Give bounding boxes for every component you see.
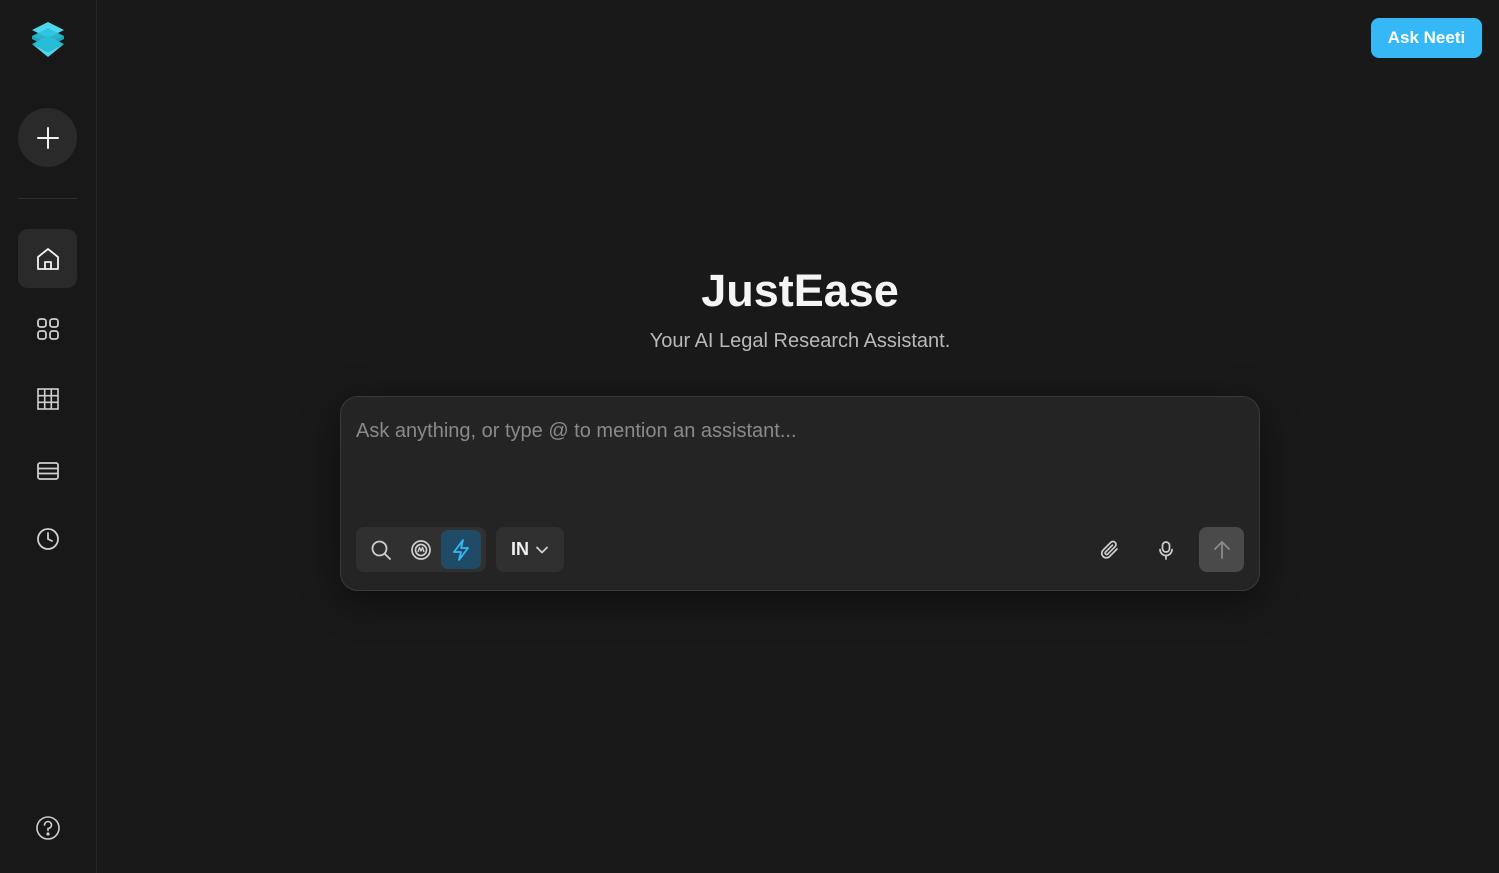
- sidebar-item-help[interactable]: [18, 798, 77, 857]
- sidebar-item-table[interactable]: [18, 441, 77, 500]
- region-select[interactable]: IN: [496, 527, 564, 572]
- paperclip-icon: [1099, 539, 1121, 561]
- sidebar: [0, 0, 97, 873]
- sidebar-item-grid[interactable]: [18, 369, 77, 428]
- grid-icon: [35, 386, 61, 412]
- search-icon: [370, 539, 392, 561]
- new-chat-button[interactable]: [18, 108, 77, 167]
- plus-icon: [36, 126, 60, 150]
- app-root: Ask Neeti JustEase Your AI Legal Researc…: [0, 0, 1499, 873]
- mode-deep-research-button[interactable]: [401, 530, 441, 569]
- apps-icon: [35, 316, 61, 342]
- chat-input[interactable]: [356, 411, 1236, 451]
- sidebar-divider: [18, 198, 77, 199]
- send-button[interactable]: [1199, 527, 1244, 572]
- mode-fast-button[interactable]: [441, 530, 481, 569]
- microphone-button[interactable]: [1144, 527, 1188, 572]
- page-title: JustEase: [701, 265, 899, 316]
- deep-research-icon: [410, 539, 432, 561]
- arrow-up-icon: [1211, 539, 1233, 561]
- microphone-icon: [1156, 539, 1176, 561]
- lightning-icon: [450, 538, 472, 562]
- table-icon: [35, 458, 61, 484]
- chat-composer: IN: [340, 396, 1260, 591]
- chevron-down-icon: [535, 543, 549, 557]
- history-icon: [35, 526, 61, 552]
- region-label: IN: [511, 539, 529, 559]
- ask-neeti-button[interactable]: Ask Neeti: [1371, 18, 1482, 58]
- mode-selector: [356, 527, 486, 572]
- help-circle-icon: [35, 815, 61, 841]
- mode-search-button[interactable]: [361, 530, 401, 569]
- layers-logo-icon[interactable]: [29, 20, 67, 58]
- page-subtitle: Your AI Legal Research Assistant.: [649, 330, 951, 352]
- home-icon: [34, 245, 62, 273]
- sidebar-item-home[interactable]: [18, 229, 77, 288]
- sidebar-item-apps[interactable]: [18, 299, 77, 358]
- attach-button[interactable]: [1088, 527, 1132, 572]
- sidebar-item-history[interactable]: [18, 509, 77, 568]
